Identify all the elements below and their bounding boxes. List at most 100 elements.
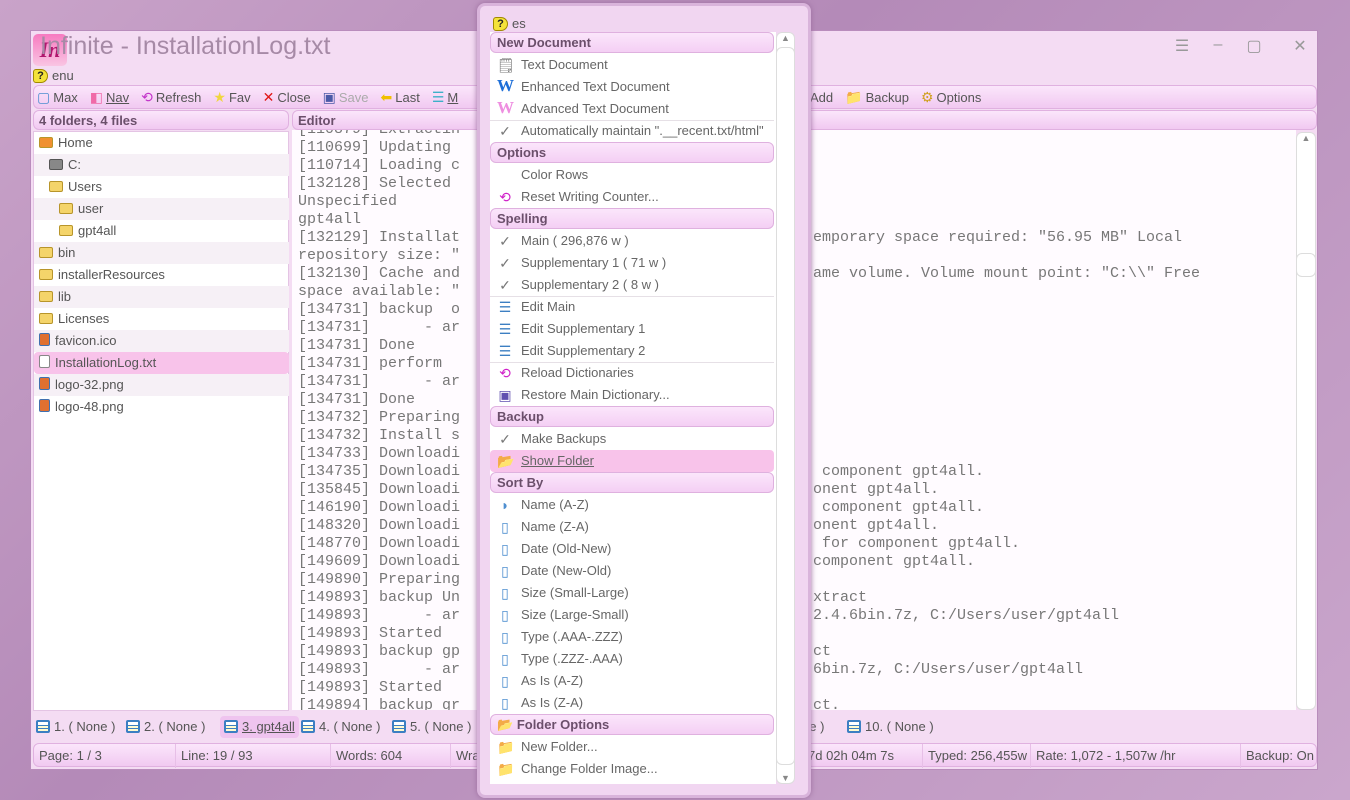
tree-item[interactable]: Home: [34, 132, 289, 154]
close-icon[interactable]: ✕: [1290, 36, 1310, 56]
menu-item-label: Color Rows: [521, 167, 589, 182]
menu-section-new-document: New Document: [490, 32, 774, 53]
scroll-down-icon[interactable]: ▼: [777, 773, 794, 783]
add-button[interactable]: Add: [810, 90, 833, 105]
tree-item[interactable]: lib: [34, 286, 289, 308]
tree-item[interactable]: Licenses: [34, 308, 289, 330]
menu-item-size-large-small[interactable]: ▯ Size (Large-Small): [490, 604, 774, 626]
tab-3[interactable]: 3. gpt4all: [220, 716, 299, 738]
menu-item-edit-supplementary-2[interactable]: ☰ Edit Supplementary 2: [490, 340, 774, 362]
menu-item-reload-dictionaries[interactable]: ⟲ Reload Dictionaries: [490, 362, 774, 384]
popup-scrollbar[interactable]: ▲ ▼: [776, 32, 795, 784]
m-button[interactable]: ☰ M: [432, 89, 458, 106]
sort-option-icon: ▯: [501, 585, 509, 601]
scroll-up-icon[interactable]: ▲: [777, 33, 794, 43]
editor-line-continuation: ct.: [813, 697, 841, 710]
maximize-icon[interactable]: ▢: [1244, 36, 1264, 56]
menu-section-label: Backup: [497, 409, 544, 424]
menu-item-supplementary-1-71-w[interactable]: ✓ Supplementary 1 ( 71 w ): [490, 252, 774, 274]
tree-item[interactable]: gpt4all: [34, 220, 289, 242]
menu-item-new-folder[interactable]: 📁 New Folder...: [490, 736, 774, 758]
tree-item[interactable]: user: [34, 198, 289, 220]
tree-item[interactable]: favicon.ico: [34, 330, 289, 352]
menu-item-size-small-large[interactable]: ▯ Size (Small-Large): [490, 582, 774, 604]
minimize-icon[interactable]: –: [1208, 36, 1228, 54]
menu-item-label: Supplementary 1 ( 71 w ): [521, 255, 667, 270]
editor-line: [149893] backup gp: [298, 643, 461, 660]
menu-item-restore-main-dictionary[interactable]: ▣ Restore Main Dictionary...: [490, 384, 774, 406]
tab-4[interactable]: 4. ( None ): [301, 716, 380, 738]
fav-button[interactable]: ★ Fav: [213, 89, 250, 106]
close-button[interactable]: ✕ Close: [263, 89, 311, 106]
menu-item-edit-main[interactable]: ☰ Edit Main: [490, 296, 774, 318]
tree-item[interactable]: logo-48.png: [34, 396, 289, 418]
menu-item-reset-writing-counter[interactable]: ⟲ Reset Writing Counter...: [490, 186, 774, 208]
menu-item-name-a-z[interactable]: ◗ Name (A-Z): [490, 494, 774, 516]
menu-item-label: New Folder...: [521, 739, 598, 754]
folder-icon: [39, 247, 53, 258]
tree-item-label: bin: [58, 245, 76, 260]
menu-item-as-is-a-z[interactable]: ▯ As Is (A-Z): [490, 670, 774, 692]
menu-item-name-z-a[interactable]: ▯ Name (Z-A): [490, 516, 774, 538]
status-typed: Typed: 256,455w: [923, 744, 1031, 768]
editor-line: [149893] Started: [298, 679, 443, 696]
nav-button[interactable]: ◧ Nav: [90, 89, 129, 106]
last-button[interactable]: ⬅ Last: [381, 89, 420, 106]
menu-item-date-new-old[interactable]: ▯ Date (New-Old): [490, 560, 774, 582]
scroll-up-icon[interactable]: ▲: [1297, 133, 1315, 143]
toolbar-label: Close: [277, 89, 311, 105]
check-icon: ✓: [499, 431, 511, 447]
tree-item[interactable]: logo-32.png: [34, 374, 289, 396]
menu-icon[interactable]: ☰: [1172, 36, 1192, 56]
tab-2[interactable]: 2. ( None ): [126, 716, 205, 738]
menu-item-main-296-876-w[interactable]: ✓ Main ( 296,876 w ): [490, 230, 774, 252]
menu-section-sort-by: Sort By: [490, 472, 774, 493]
tab-5[interactable]: 5. ( None ): [392, 716, 471, 738]
options-button[interactable]: ⚙ Options: [921, 89, 981, 106]
editor-line: [110714] Loading c: [298, 157, 461, 174]
tree-item[interactable]: Users: [34, 176, 289, 198]
tree-item[interactable]: InstallationLog.txt: [34, 352, 289, 374]
popup-scrollbar-thumb[interactable]: [776, 47, 795, 765]
menu-item-color-rows[interactable]: Color Rows: [490, 164, 774, 186]
tree-item[interactable]: bin: [34, 242, 289, 264]
editor-line: space available: ": [298, 283, 461, 300]
tree-item[interactable]: C:: [34, 154, 289, 176]
backup-button[interactable]: 📁 Backup: [845, 89, 909, 106]
menu-item-type-aaa-zzz[interactable]: ▯ Type (.AAA-.ZZZ): [490, 626, 774, 648]
menu-item-automatically-maintain-__recent-txt-html[interactable]: ✓ Automatically maintain ".__recent.txt/h…: [490, 120, 774, 142]
popup-language-selector[interactable]: ? es: [493, 16, 526, 31]
menu-item-make-backups[interactable]: ✓ Make Backups: [490, 428, 774, 450]
editor-line-continuation: 6bin.7z, C:/Users/user/gpt4all: [813, 661, 1084, 678]
toolbar-label: M: [447, 89, 459, 105]
toolbar-right: Add 📁 Backup ⚙ Options: [810, 89, 981, 105]
tab-1[interactable]: 1. ( None ): [36, 716, 115, 738]
menu-item-edit-supplementary-1[interactable]: ☰ Edit Supplementary 1: [490, 318, 774, 340]
editor-line-continuation: component gpt4all.: [813, 463, 985, 480]
menu-item-text-document[interactable]: 🗒 Text Document: [490, 54, 774, 76]
menu-item-enhanced-text-document[interactable]: W Enhanced Text Document: [490, 76, 774, 98]
popup-menu-list: New Document 🗒 Text Document W Enhanced Text…: [490, 32, 776, 784]
toolbar-label: Options: [936, 89, 982, 105]
save-button[interactable]: ▣ Save: [323, 89, 369, 106]
sort-option-icon: ▯: [501, 651, 509, 667]
tab-7[interactable]: 10. ( None ): [847, 716, 934, 738]
tree-item[interactable]: installerResources: [34, 264, 289, 286]
menu-item-date-old-new[interactable]: ▯ Date (Old-New): [490, 538, 774, 560]
editor-scrollbar[interactable]: ▲: [1296, 132, 1316, 710]
popup-language-label: es: [512, 16, 526, 31]
menu-item-change-folder-image[interactable]: 📁 Change Folder Image...: [490, 758, 774, 780]
editor-line: [149893] - ar: [298, 661, 461, 678]
menu-item-supplementary-2-8-w[interactable]: ✓ Supplementary 2 ( 8 w ): [490, 274, 774, 296]
menu-item-show-folder[interactable]: 📂 Show Folder: [490, 450, 774, 472]
menu-item-label: Automatically maintain ".__recent.txt/ht…: [521, 123, 764, 138]
menu-item-as-is-z-a[interactable]: ▯ As Is (Z-A): [490, 692, 774, 714]
max-button[interactable]: ▢ Max: [37, 89, 78, 106]
toolbar-label: Save: [338, 89, 369, 105]
scrollbar-thumb[interactable]: [1296, 253, 1316, 277]
refresh-button[interactable]: ⟲ Refresh: [141, 89, 201, 106]
menu-item-type-zzz-aaa[interactable]: ▯ Type (.ZZZ-.AAA): [490, 648, 774, 670]
language-selector[interactable]: ? enu: [33, 68, 74, 83]
toolbar-label: Backup: [865, 89, 909, 105]
menu-item-advanced-text-document[interactable]: W Advanced Text Document: [490, 98, 774, 120]
